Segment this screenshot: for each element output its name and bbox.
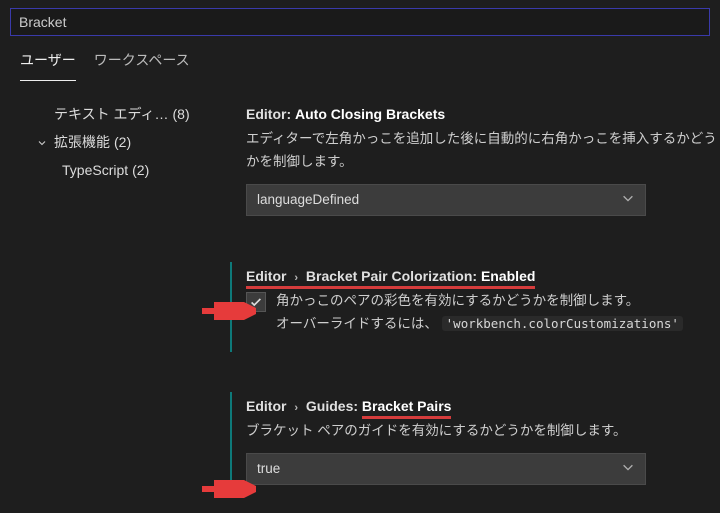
setting-title: Editor: Auto Closing Brackets <box>246 106 720 122</box>
sidebar-item-count: (2) <box>114 128 131 156</box>
setting-auto-closing-brackets: Editor: Auto Closing Brackets エディターで左角かっ… <box>230 100 720 222</box>
setting-path: Editor: <box>246 106 291 122</box>
setting-path: Editor <box>246 268 286 284</box>
setting-name: Auto Closing Brackets <box>295 106 445 122</box>
guides-bracket-pairs-select[interactable]: true <box>246 453 646 485</box>
settings-search-input[interactable] <box>10 8 710 36</box>
setting-desc-literal: 'workbench.colorCustomizations' <box>442 316 683 331</box>
tab-user[interactable]: ユーザー <box>20 50 76 81</box>
settings-scope-tabs: ユーザー ワークスペース <box>0 36 720 82</box>
select-value: languageDefined <box>257 192 359 207</box>
setting-guides-bracket-pairs: Editor › Guides: Bracket Pairs ブラケット ペアの… <box>230 392 720 491</box>
breadcrumb-separator-icon: › <box>294 272 298 284</box>
sidebar-item-count: (2) <box>132 156 149 184</box>
setting-title: Editor › Bracket Pair Colorization: Enab… <box>246 268 720 284</box>
setting-name: Enabled <box>481 268 535 284</box>
setting-title: Editor › Guides: Bracket Pairs <box>246 398 720 414</box>
chevron-down-icon <box>621 460 635 477</box>
sidebar-item-extensions[interactable]: 拡張機能 (2) <box>22 128 230 156</box>
sidebar-item-label: 拡張機能 <box>54 128 110 156</box>
chevron-down-icon <box>621 191 635 208</box>
setting-description: エディターで左角かっこを追加した後に自動的に右角かっこを挿入するかどうかを制御し… <box>246 128 720 174</box>
auto-closing-brackets-select[interactable]: languageDefined <box>246 184 646 216</box>
sidebar-item-label: テキスト エディ… <box>54 100 169 128</box>
select-value: true <box>257 461 280 476</box>
setting-description: ブラケット ペアのガイドを有効にするかどうかを制御します。 <box>246 420 720 443</box>
sidebar-item-typescript[interactable]: TypeScript (2) <box>22 156 230 184</box>
sidebar-item-label: TypeScript <box>62 156 128 184</box>
setting-description: 角かっこのペアの彩色を有効にするかどうかを制御します。 オーバーライドするには、… <box>276 290 683 336</box>
breadcrumb-separator-icon: › <box>294 402 298 414</box>
tab-workspace[interactable]: ワークスペース <box>94 50 190 81</box>
setting-desc-line: 角かっこのペアの彩色を有効にするかどうかを制御します。 <box>276 293 639 308</box>
sidebar-item-count: (8) <box>173 100 190 128</box>
setting-path: Editor <box>246 398 286 414</box>
setting-name: Bracket Pairs <box>362 398 452 419</box>
setting-bracket-pair-colorization: Editor › Bracket Pair Colorization: Enab… <box>230 262 720 352</box>
settings-tree: テキスト エディ… (8) 拡張機能 (2) TypeScript (2) <box>0 100 230 491</box>
sidebar-item-text-editor[interactable]: テキスト エディ… (8) <box>22 100 230 128</box>
setting-group: Bracket Pair Colorization: <box>306 268 477 284</box>
setting-desc-line: オーバーライドするには、 <box>276 316 438 331</box>
chevron-down-icon <box>36 137 50 149</box>
bracket-colorization-checkbox[interactable] <box>246 292 266 312</box>
setting-group: Guides: <box>306 398 358 414</box>
settings-list: Editor: Auto Closing Brackets エディターで左角かっ… <box>230 100 720 491</box>
